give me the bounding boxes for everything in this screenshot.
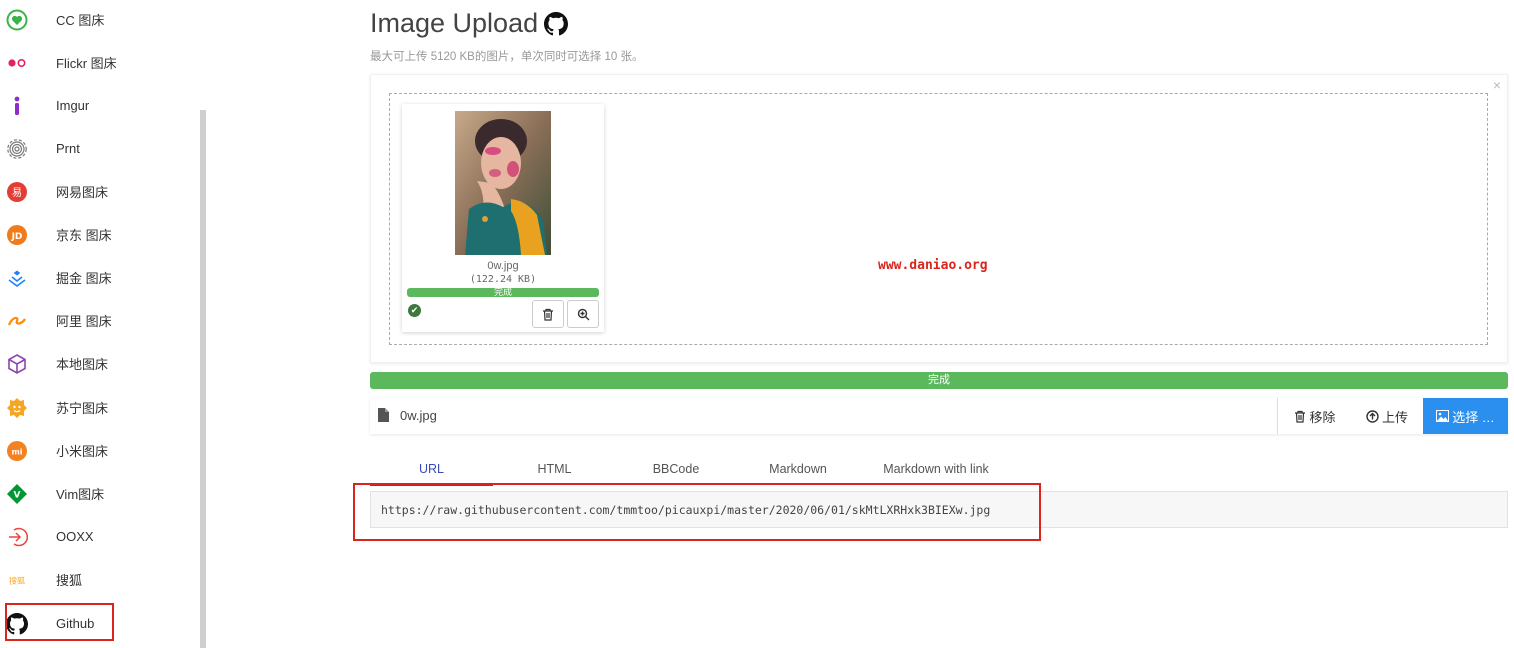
sidebar-item-label: Github (56, 616, 95, 631)
selected-file-name: 0w.jpg (400, 408, 437, 423)
remove-button-label: 移除 (1309, 409, 1336, 425)
choose-file-label: 选择 … (1452, 409, 1495, 425)
trash-icon (1294, 410, 1306, 423)
svg-text:易: 易 (12, 187, 22, 199)
heart-circle-icon (5, 8, 29, 32)
sidebar-item-label: Imgur (56, 98, 90, 113)
svg-text:mi: mi (11, 447, 22, 456)
sidebar-item-label: 搜狐 (56, 573, 83, 588)
sidebar-item-label: 京东 图床 (56, 228, 112, 243)
sidebar-item-prnt[interactable]: Prnt (0, 127, 200, 170)
sidebar-item-label: 小米图床 (56, 444, 109, 459)
sidebar-item-local[interactable]: 本地图床 (0, 342, 200, 385)
sidebar-item-jd[interactable]: JD 京东 图床 (0, 213, 200, 256)
sidebar-item-label: 本地图床 (56, 357, 109, 372)
upload-button[interactable]: 上传 (1352, 398, 1422, 434)
fingerprint-icon (5, 137, 29, 161)
sidebar-item-flickr[interactable]: Flickr 图床 (0, 41, 200, 84)
remove-button[interactable]: 移除 (1277, 398, 1352, 434)
imgur-icon (5, 94, 29, 118)
upload-button-label: 上传 (1381, 409, 1408, 425)
juejin-icon (5, 266, 29, 290)
flickr-icon (5, 51, 29, 75)
sidebar-item-label: OOXX (56, 529, 94, 544)
file-input-row: 0w.jpg 移除 上传 选择 … (370, 398, 1508, 434)
sidebar-item-label: 阿里 图床 (56, 314, 112, 329)
netease-icon: 易 (5, 180, 29, 204)
sidebar-item-suning[interactable]: 苏宁图床 (0, 386, 200, 429)
cube-icon (5, 352, 29, 376)
sidebar-item-ooxx[interactable]: OOXX (0, 515, 200, 558)
tab-markdown[interactable]: Markdown (736, 452, 860, 486)
zoom-preview-button[interactable] (567, 300, 599, 328)
tab-markdown-with-link[interactable]: Markdown with link (860, 452, 1012, 486)
svg-text:JD: JD (11, 232, 23, 242)
sidebar-item-imgur[interactable]: Imgur (0, 84, 200, 127)
svg-text:搜狐: 搜狐 (9, 575, 25, 585)
github-icon (5, 612, 29, 636)
preview-image (455, 111, 551, 255)
github-icon (544, 11, 569, 36)
svg-text:V: V (14, 490, 21, 500)
sidebar-item-label: Prnt (56, 141, 80, 156)
dropzone-panel: × 0w.jpg (122.24 KB) 完成 ✔ www.daniao.org (370, 74, 1508, 363)
sidebar-item-juejin[interactable]: 掘金 图床 (0, 256, 200, 299)
sidebar-item-github[interactable]: Github (0, 602, 200, 645)
upload-limit-hint: 最大可上传 5120 KB的图片，单次同时可选择 10 张。 (370, 51, 644, 63)
page-title-text: Image Upload (370, 8, 539, 38)
close-icon[interactable]: × (1493, 77, 1501, 93)
sidebar-item-vim[interactable]: V Vim图床 (0, 472, 200, 515)
active-tab-indicator (370, 484, 493, 486)
file-icon (378, 408, 389, 427)
tab-html[interactable]: HTML (493, 452, 616, 486)
tab-url[interactable]: URL (370, 452, 493, 486)
trash-icon (542, 308, 554, 321)
preview-progress-bar: 完成 (407, 288, 599, 297)
image-icon (1436, 410, 1450, 422)
sidebar-item-label: Flickr 图床 (56, 56, 117, 71)
delete-file-button[interactable] (532, 300, 564, 328)
vim-icon: V (5, 482, 29, 506)
sidebar-item-sohu[interactable]: 搜狐 搜狐 (0, 558, 200, 601)
sidebar-item-cc[interactable]: CC 图床 (0, 0, 200, 41)
upload-circle-icon (1366, 409, 1379, 423)
sidebar-item-alibaba[interactable]: 阿里 图床 (0, 299, 200, 342)
choose-file-button[interactable]: 选择 … (1423, 398, 1508, 434)
drop-area[interactable]: 0w.jpg (122.24 KB) 完成 ✔ www.daniao.org (389, 93, 1488, 345)
sidebar-item-label: CC 图床 (56, 13, 105, 28)
sidebar-item-label: 掘金 图床 (56, 271, 112, 286)
sidebar-item-label: Vim图床 (56, 487, 105, 502)
sidebar-scrollbar[interactable] (200, 110, 206, 648)
upload-progress-bar: 完成 (370, 372, 1508, 389)
page-title: Image Upload (370, 8, 569, 39)
output-format-tabs: URL HTML BBCode Markdown Markdown with l… (370, 452, 1508, 486)
sidebar-item-label: 网易图床 (56, 185, 109, 200)
watermark-text: www.daniao.org (878, 258, 988, 273)
preview-file-name: 0w.jpg (487, 260, 519, 272)
sidebar-item-label: 苏宁图床 (56, 401, 109, 416)
suning-icon (5, 396, 29, 420)
url-output-text: https://raw.githubusercontent.com/tmmtoo… (381, 503, 991, 517)
zoom-in-icon (577, 308, 590, 321)
alibaba-icon (5, 309, 29, 333)
sohu-icon: 搜狐 (5, 568, 29, 592)
jd-icon: JD (5, 223, 29, 247)
check-circle-icon: ✔ (408, 304, 421, 317)
preview-file-size: (122.24 KB) (469, 274, 537, 285)
tab-bbcode[interactable]: BBCode (616, 452, 736, 486)
url-output-field[interactable]: https://raw.githubusercontent.com/tmmtoo… (370, 491, 1508, 528)
xiaomi-icon: mi (5, 439, 29, 463)
sidebar: CC 图床 Flickr 图床 Imgur Prnt 易 网易图床 JD 京东 … (0, 0, 205, 648)
sidebar-item-xiaomi[interactable]: mi 小米图床 (0, 429, 200, 472)
file-preview-card: 0w.jpg (122.24 KB) 完成 ✔ (402, 104, 604, 332)
sign-in-icon (5, 525, 29, 549)
sidebar-item-netease[interactable]: 易 网易图床 (0, 170, 200, 213)
